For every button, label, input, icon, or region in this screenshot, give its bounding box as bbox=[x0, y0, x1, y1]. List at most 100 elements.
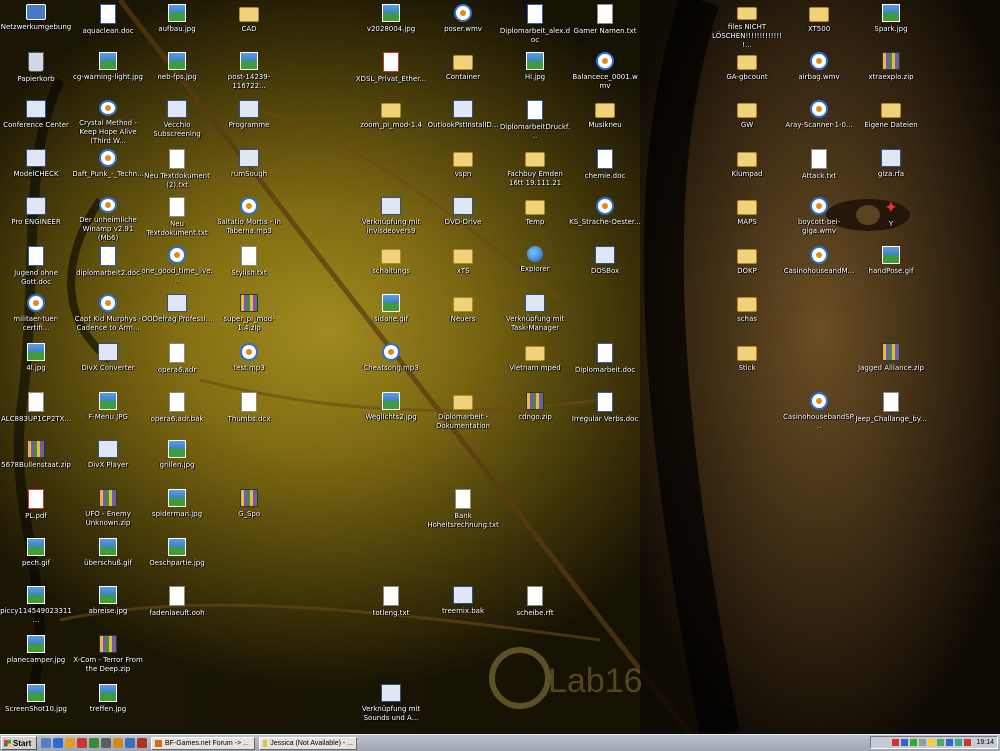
desktop-icon-casinohouseandm[interactable]: CasinohouseandM... bbox=[783, 244, 855, 292]
desktop-icon-dosbox[interactable]: DOSBox bbox=[569, 244, 641, 292]
desktop-icon-aquaclean-doc[interactable]: aquaclean.doc bbox=[72, 2, 144, 50]
tray-bluetooth-icon[interactable] bbox=[946, 739, 954, 746]
desktop-icon-test-mp3[interactable]: test.mp3 bbox=[213, 341, 285, 389]
desktop-icon-weglichts2-jpg[interactable]: Weglichts2.jpg bbox=[355, 390, 427, 438]
desktop-icon-ufo-enemy-unknown-zip[interactable]: UFO - Enemy Unknown.zip bbox=[72, 487, 144, 535]
desktop-icon-cad[interactable]: CAD bbox=[213, 2, 285, 50]
desktop-icon-vspn[interactable]: vspn bbox=[427, 147, 499, 195]
desktop-icon-x-com-terror-from-the-deep-zip[interactable]: X-Com - Terror From the Deep.zip bbox=[72, 633, 144, 681]
desktop-icon-screenshot10-jpg[interactable]: ScreenShot10.jpg bbox=[0, 682, 72, 730]
desktop-icon-crystal-method-keep-hope-alive-third-w[interactable]: Crystal Method - Keep Hope Alive (Third … bbox=[72, 98, 144, 146]
desktop-icon-f-menu-jpg[interactable]: F-Menu.JPG bbox=[72, 390, 144, 438]
desktop-icon-divx-converter[interactable]: DivX Converter bbox=[72, 341, 144, 389]
desktop-icon-aufbau-jpg[interactable]: aufbau.jpg bbox=[141, 2, 213, 50]
desktop-icon-ga-gbcount[interactable]: GA-gbcount bbox=[711, 50, 783, 98]
desktop-icon-jagged-alliance-zip[interactable]: Jagged Alliance.zip bbox=[855, 341, 927, 389]
desktop-icon-thumbs-dcx[interactable]: Thumbs.dcx bbox=[213, 390, 285, 438]
desktop-icon-spark-jpg[interactable]: Spark.jpg bbox=[855, 2, 927, 50]
desktop-icon-container[interactable]: Container bbox=[427, 50, 499, 98]
desktop-icon-temp[interactable]: Temp bbox=[499, 195, 571, 243]
desktop-icon-verkn-pfung-mit-sounds-und-a[interactable]: Verknüpfung mit Sounds und A... bbox=[355, 682, 427, 730]
desktop-icon-5678bullenstaat-zip[interactable]: 5678Bullenstaat.zip bbox=[0, 438, 72, 486]
tray-messenger-icon[interactable] bbox=[928, 739, 936, 746]
tray-network-icon[interactable] bbox=[901, 739, 909, 746]
desktop-icon-neb-fps-jpg[interactable]: neb-fps.jpg bbox=[141, 50, 213, 98]
desktop-icon-opera6-adr-bak[interactable]: opera6.adr.bak bbox=[141, 390, 213, 438]
desktop-icon-modelcheck[interactable]: ModelCHECK bbox=[0, 147, 72, 195]
desktop-icon-daft-punk-techn[interactable]: Daft_Punk_-_Techn... bbox=[72, 147, 144, 195]
desktop-icon-divx-player[interactable]: DivX Player bbox=[72, 438, 144, 486]
desktop-icon-alc883up1cp2tx[interactable]: ALC883UP1CP2TX... bbox=[0, 390, 72, 438]
quicklaunch-app3-icon[interactable] bbox=[101, 738, 111, 748]
desktop-icon-airbag-wmv[interactable]: airbag.wmv bbox=[783, 50, 855, 98]
internet-explorer-icon[interactable] bbox=[53, 738, 63, 748]
quicklaunch-app2-icon[interactable] bbox=[89, 738, 99, 748]
desktop-icon-jugend-ohne-gott-doc[interactable]: Jugend ohne Gott.doc bbox=[0, 244, 72, 292]
desktop-icon-diplomarbeit2-doc[interactable]: diplomarbeit2.doc bbox=[72, 244, 144, 292]
desktop-icon-4l-jpg[interactable]: 4l.jpg bbox=[0, 341, 72, 389]
desktop-icon-stylish-txt[interactable]: Stylish.txt bbox=[213, 244, 285, 292]
desktop-icon-explorer[interactable]: Explorer bbox=[499, 244, 571, 292]
show-desktop-icon[interactable] bbox=[41, 738, 51, 748]
desktop-icon-rumsough[interactable]: rumSough bbox=[213, 147, 285, 195]
desktop-icon-y[interactable]: ✦ Y bbox=[855, 195, 927, 243]
desktop-icon-scheibe-rft[interactable]: scheibe.rft bbox=[499, 584, 571, 632]
desktop-icon-xts[interactable]: xTS bbox=[427, 244, 499, 292]
desktop-icon-balancece-0001-wmv[interactable]: Balancece_0001.wmv bbox=[569, 50, 641, 98]
desktop-icon-pro-engineer[interactable]: Pro ENGINEER bbox=[0, 195, 72, 243]
desktop-icon-cheatsong-mp3[interactable]: Cheatsong.mp3 bbox=[355, 341, 427, 389]
desktop-icon-vecchio-subscreening[interactable]: Vecchio Subscreening bbox=[141, 98, 213, 146]
desktop-icon-dvd-drive[interactable]: DVD-Drive bbox=[427, 195, 499, 243]
desktop-icon-xt500[interactable]: XT500 bbox=[783, 2, 855, 50]
desktop-icon-cg-warning-light-jpg[interactable]: cg-warning-light.jpg bbox=[72, 50, 144, 98]
desktop-icon-fadenlaeuft-ooh[interactable]: fadenlaeuft.ooh bbox=[141, 584, 213, 632]
desktop-icon-casinohousebandsp[interactable]: CasinohousebandSP... bbox=[783, 390, 855, 438]
desktop-icon-hi-jpg[interactable]: Hi.jpg bbox=[499, 50, 571, 98]
desktop-icon-netzwerkumgebung[interactable]: Netzwerkumgebung bbox=[0, 2, 72, 50]
desktop-icon-diplomarbeitdruckf[interactable]: DiplomarbeitDruckf... bbox=[499, 98, 571, 146]
desktop-icon-dokp[interactable]: DOKP bbox=[711, 244, 783, 292]
tray-status-icon[interactable] bbox=[937, 739, 945, 746]
desktop-icon-eigene-dateien[interactable]: Eigene Dateien bbox=[855, 98, 927, 146]
desktop-icon-xdsl-privat-ether[interactable]: XDSL_Privat_Ether... bbox=[355, 50, 427, 98]
desktop-icon-g-spo[interactable]: G_Spo bbox=[213, 487, 285, 535]
desktop-icon-musikneu[interactable]: Musikneu bbox=[569, 98, 641, 146]
tray-update-icon[interactable] bbox=[955, 739, 963, 746]
desktop-icon-super-pi-mod-1-4-zip[interactable]: super_pi_mod-1.4.zip bbox=[213, 292, 285, 340]
desktop-icon-stick[interactable]: Stick bbox=[711, 341, 783, 389]
desktop-icon-spiderman-jpg[interactable]: spiderman.jpg bbox=[141, 487, 213, 535]
desktop-icon-saltatio-mortis-in-taberna-mp3[interactable]: Saltatio Mortis - In Taberna.mp3 bbox=[213, 195, 285, 243]
desktop-icon-ks-strache-oester[interactable]: KS_Strache-Oester... bbox=[569, 195, 641, 243]
desktop-icon-vietnam-mped[interactable]: Vietnam mped bbox=[499, 341, 571, 389]
desktop-icon-outlookpstinstalld[interactable]: OutlookPstInstallD... bbox=[427, 98, 499, 146]
desktop-icon-fachbuy-emden-16tt-19-111-21[interactable]: Fachbuy Emden 16tt 19.111.21 bbox=[499, 147, 571, 195]
desktop-icon-diplomarbeit-alex-doc[interactable]: Diplomarbeit_alex.doc bbox=[499, 2, 571, 50]
quicklaunch-app4-icon[interactable] bbox=[113, 738, 123, 748]
tray-volume-icon[interactable] bbox=[919, 739, 927, 746]
desktop-icon-diplomarbeit-doc[interactable]: Diplomarbeit.doc bbox=[569, 341, 641, 389]
desktop-icon-xtraexplo-zip[interactable]: xtraexplo.zip bbox=[855, 50, 927, 98]
desktop-icon-berschu-gif[interactable]: überschuß.gif bbox=[72, 536, 144, 584]
desktop-icon-neu-textdokument-txt[interactable]: Neu Textdokument.txt bbox=[141, 195, 213, 243]
desktop-icon-planecamper-jpg[interactable]: planecamper.jpg bbox=[0, 633, 72, 681]
desktop-icon-abreise-jpg[interactable]: abreise.jpg bbox=[72, 584, 144, 632]
desktop-icon-der-unheimliche-winamp-v2-91-mb6[interactable]: Der unheimliche Winamp v2.91 (Mb6) bbox=[72, 195, 144, 243]
desktop-icon-schaltungs[interactable]: schaltungs bbox=[355, 244, 427, 292]
desktop-icon-sidane-gif[interactable]: sidane.gif bbox=[355, 292, 427, 340]
desktop-icon-pech-gif[interactable]: pech.gif bbox=[0, 536, 72, 584]
quicklaunch-app5-icon[interactable] bbox=[125, 738, 135, 748]
desktop-icon-conference-center[interactable]: Conference Center bbox=[0, 98, 72, 146]
desktop-icon-post-14239-116722[interactable]: post-14239-116722... bbox=[213, 50, 285, 98]
desktop-icon-klumpad[interactable]: Klumpad bbox=[711, 147, 783, 195]
taskbar-button-messenger[interactable]: Jessica (Not Available) - ... bbox=[259, 736, 357, 750]
desktop-icon-verkn-pfung-mit-task-manager[interactable]: Verknüpfung mit Task-Manager bbox=[499, 292, 571, 340]
desktop-icon-treffen-jpg[interactable]: treffen.jpg bbox=[72, 682, 144, 730]
desktop-icon-treemix-bak[interactable]: treemix.bak bbox=[427, 584, 499, 632]
quicklaunch-app6-icon[interactable] bbox=[137, 738, 147, 748]
desktop-icon-aray-scanner-1-0[interactable]: Aray-Scanner-1-0... bbox=[783, 98, 855, 146]
taskbar-button-forum[interactable]: BF-Games.net Forum -> ... bbox=[151, 736, 255, 750]
tray-antivirus-icon[interactable] bbox=[964, 739, 972, 746]
desktop-icon-files-nicht-l-schen[interactable]: files NICHT LÖSCHEN!!!!!!!!!!!!!!... bbox=[711, 2, 783, 50]
desktop-icon-jeep-challange-by[interactable]: Jeep_Challange_by... bbox=[855, 390, 927, 438]
desktop-icon-poser-wmv[interactable]: poser.wmv bbox=[427, 2, 499, 50]
